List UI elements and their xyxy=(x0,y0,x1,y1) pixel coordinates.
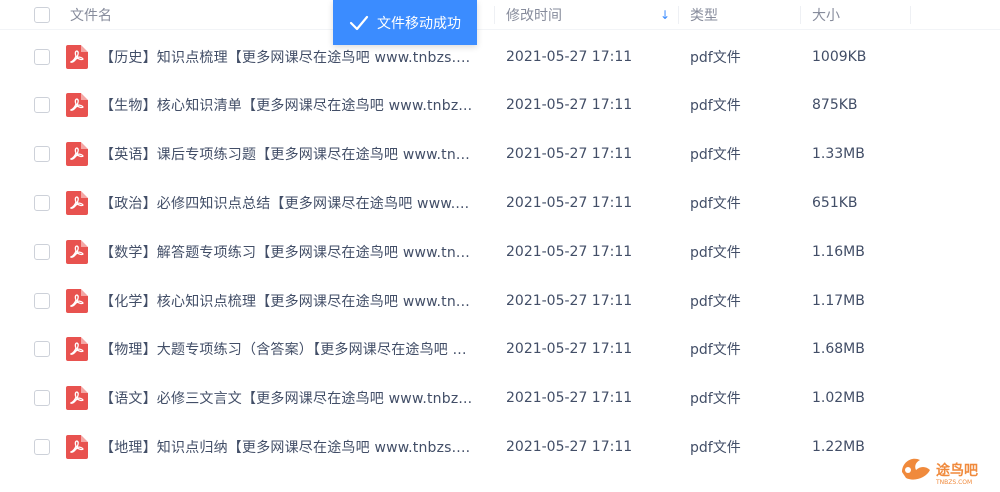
file-row[interactable]: 【物理】大题专项练习（含答案）【更多网课尽在途鸟吧 ... 2021-05-27 … xyxy=(0,325,1000,374)
file-size: 875KB xyxy=(812,97,858,114)
row-checkbox[interactable] xyxy=(34,374,50,423)
file-size: 1009KB xyxy=(812,48,867,65)
file-row[interactable]: 【语文】必修三文言文【更多网课尽在途鸟吧 www.tnbz... 2021-05-… xyxy=(0,374,1000,423)
pdf-file-icon xyxy=(66,227,88,276)
file-modified-time: 2021-05-27 17:11 xyxy=(506,194,633,211)
file-size: 1.22MB xyxy=(812,438,865,455)
pdf-file-icon xyxy=(66,32,88,81)
pdf-file-icon xyxy=(66,178,88,227)
file-type: pdf文件 xyxy=(690,195,741,212)
watermark-subtext: TNBZS.COM xyxy=(936,479,973,486)
file-type: pdf文件 xyxy=(690,98,741,115)
file-row[interactable]: 【英语】课后专项练习题【更多网课尽在途鸟吧 www.tn... 2021-05-2… xyxy=(0,130,1000,179)
pdf-file-icon xyxy=(66,325,88,374)
file-name[interactable]: 【语文】必修三文言文【更多网课尽在途鸟吧 www.tnbz... xyxy=(100,374,490,423)
bird-logo-icon xyxy=(902,458,930,480)
pdf-file-icon xyxy=(66,422,88,471)
file-row[interactable]: 【地理】知识点归纳【更多网课尽在途鸟吧 www.tnbzs.... 2021-05… xyxy=(0,422,1000,471)
file-type: pdf文件 xyxy=(690,49,741,66)
column-divider xyxy=(800,6,801,24)
file-modified-time: 2021-05-27 17:11 xyxy=(506,390,633,407)
file-modified-time: 2021-05-27 17:11 xyxy=(506,146,633,163)
toast-message: 文件移动成功 xyxy=(377,15,461,32)
column-divider xyxy=(678,6,679,24)
file-row[interactable]: 【政治】必修四知识点总结【更多网课尽在途鸟吧 www.... 2021-05-27… xyxy=(0,178,1000,227)
file-name[interactable]: 【物理】大题专项练习（含答案）【更多网课尽在途鸟吧 ... xyxy=(100,325,490,374)
file-name[interactable]: 【政治】必修四知识点总结【更多网课尽在途鸟吧 www.... xyxy=(100,178,490,227)
column-divider xyxy=(494,6,495,24)
file-row[interactable]: 【数学】解答题专项练习【更多网课尽在途鸟吧 www.tn... 2021-05-2… xyxy=(0,227,1000,276)
file-size: 1.16MB xyxy=(812,243,865,260)
file-name[interactable]: 【英语】课后专项练习题【更多网课尽在途鸟吧 www.tn... xyxy=(100,130,490,179)
watermark-text: 途鸟吧 xyxy=(936,463,978,479)
file-modified-time: 2021-05-27 17:11 xyxy=(506,243,633,260)
pdf-file-icon xyxy=(66,276,88,325)
row-checkbox[interactable] xyxy=(34,325,50,374)
column-header-size[interactable]: 大小 xyxy=(812,0,840,30)
file-size: 1.33MB xyxy=(812,146,865,163)
pdf-file-icon xyxy=(66,81,88,130)
file-size: 1.02MB xyxy=(812,390,865,407)
file-row[interactable]: 【生物】核心知识清单【更多网课尽在途鸟吧 www.tnbz... 2021-05-… xyxy=(0,81,1000,130)
file-type: pdf文件 xyxy=(690,342,741,359)
file-row[interactable]: 【历史】知识点梳理【更多网课尽在途鸟吧 www.tnbzs.... 2021-05… xyxy=(0,32,1000,81)
sort-down-icon[interactable]: ↓ xyxy=(660,0,670,30)
file-size: 1.17MB xyxy=(812,292,865,309)
file-name[interactable]: 【地理】知识点归纳【更多网课尽在途鸟吧 www.tnbzs.... xyxy=(100,422,490,471)
file-modified-time: 2021-05-27 17:11 xyxy=(506,97,633,114)
file-size: 1.68MB xyxy=(812,341,865,358)
file-type: pdf文件 xyxy=(690,244,741,261)
file-modified-time: 2021-05-27 17:11 xyxy=(506,341,633,358)
toast-notification: 文件移动成功 xyxy=(333,0,477,45)
check-icon xyxy=(349,15,369,30)
row-checkbox[interactable] xyxy=(34,32,50,81)
file-name[interactable]: 【数学】解答题专项练习【更多网课尽在途鸟吧 www.tn... xyxy=(100,227,490,276)
file-modified-time: 2021-05-27 17:11 xyxy=(506,438,633,455)
file-name[interactable]: 【化学】核心知识点梳理【更多网课尽在途鸟吧 www.tn... xyxy=(100,276,490,325)
file-type: pdf文件 xyxy=(690,391,741,408)
file-type: pdf文件 xyxy=(690,293,741,310)
pdf-file-icon xyxy=(66,374,88,423)
column-header-time[interactable]: 修改时间 xyxy=(506,0,562,30)
file-name[interactable]: 【生物】核心知识清单【更多网课尽在途鸟吧 www.tnbz... xyxy=(100,81,490,130)
column-header-name[interactable]: 文件名 xyxy=(70,0,112,30)
file-row[interactable]: 【化学】核心知识点梳理【更多网课尽在途鸟吧 www.tn... 2021-05-2… xyxy=(0,276,1000,325)
row-checkbox[interactable] xyxy=(34,130,50,179)
column-header-type[interactable]: 类型 xyxy=(690,0,718,30)
row-checkbox[interactable] xyxy=(34,178,50,227)
select-all-checkbox[interactable] xyxy=(34,0,50,30)
file-size: 651KB xyxy=(812,194,858,211)
watermark-logo: 途鸟吧 TNBZS.COM xyxy=(898,446,994,486)
file-modified-time: 2021-05-27 17:11 xyxy=(506,292,633,309)
file-list-header: 文件名 修改时间 ↓ 类型 大小 xyxy=(0,0,1000,30)
file-type: pdf文件 xyxy=(690,147,741,164)
file-modified-time: 2021-05-27 17:11 xyxy=(506,48,633,65)
row-checkbox[interactable] xyxy=(34,227,50,276)
column-divider xyxy=(910,6,911,24)
pdf-file-icon xyxy=(66,130,88,179)
row-checkbox[interactable] xyxy=(34,276,50,325)
file-type: pdf文件 xyxy=(690,439,741,456)
row-checkbox[interactable] xyxy=(34,81,50,130)
row-checkbox[interactable] xyxy=(34,422,50,471)
